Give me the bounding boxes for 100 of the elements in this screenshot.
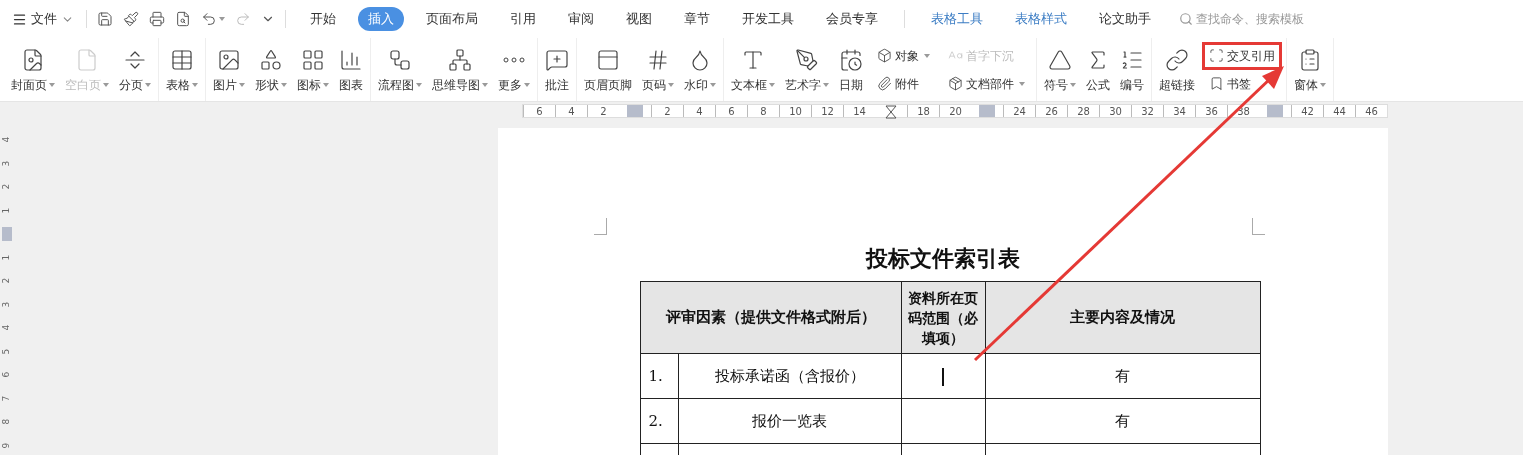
ruler-number: 9 — [0, 442, 13, 449]
ruler-number: 3 — [0, 160, 13, 167]
ruler-number: 12 — [811, 105, 843, 117]
ruler-number: 1 — [0, 207, 13, 214]
ribbon-tab[interactable]: 页面布局 — [416, 7, 488, 31]
undo-icon[interactable] — [201, 11, 225, 27]
caret-icon — [1070, 83, 1076, 87]
ribbon-tab[interactable]: 开始 — [300, 7, 346, 31]
ruler-number: 7 — [0, 395, 13, 402]
ribbon-button[interactable]: 表格 — [162, 45, 202, 94]
ruler-number: 46 — [1355, 105, 1387, 117]
ribbon-tab[interactable]: 视图 — [616, 7, 662, 31]
save-icon[interactable] — [97, 11, 113, 27]
ribbon-tab[interactable]: 审阅 — [558, 7, 604, 31]
ribbon-button[interactable]: 图片 — [209, 45, 249, 94]
ribbon-button[interactable]: 交叉引用 — [1205, 44, 1279, 67]
caret-icon — [668, 83, 674, 87]
ribbon-button[interactable]: 形状 — [251, 45, 291, 94]
ribbon-tab[interactable]: 引用 — [500, 7, 546, 31]
caret-icon — [281, 83, 287, 87]
ribbon-button[interactable]: 公式 — [1082, 45, 1114, 94]
table-cell: 1. — [640, 353, 678, 399]
ruler-number: 6 — [0, 371, 13, 378]
ribbon-button[interactable]: 超链接 — [1155, 45, 1199, 94]
format-painter-icon[interactable] — [123, 11, 139, 27]
shapes-icon — [259, 48, 283, 72]
ruler-number: 3 — [0, 301, 13, 308]
ruler-number: 4 — [555, 105, 587, 117]
ribbon-tab[interactable]: 章节 — [674, 7, 720, 31]
bracket-frame-icon — [1209, 48, 1224, 63]
ribbon-button[interactable]: 对象 — [873, 44, 934, 67]
ribbon-button[interactable]: 更多 — [494, 45, 534, 94]
ribbon-button[interactable]: 水印 — [680, 45, 720, 94]
ruler-number: 44 — [1323, 105, 1355, 117]
numbered-list-icon — [1120, 48, 1144, 72]
ribbon-button[interactable]: 图标 — [293, 45, 333, 94]
ribbon-tab[interactable]: 表格工具 — [921, 7, 993, 31]
ribbon-button[interactable]: 图表 — [335, 45, 367, 94]
link-icon — [1165, 48, 1189, 72]
ruler-number: 4 — [683, 105, 715, 117]
ribbon-button[interactable]: 窗体 — [1290, 45, 1330, 94]
ribbon-button[interactable]: 封面页 — [7, 45, 59, 94]
file-menu[interactable]: 文件 — [12, 9, 82, 29]
ribbon-button[interactable]: 编号 — [1116, 45, 1148, 94]
ribbon-button[interactable]: 批注 — [541, 45, 573, 94]
margin-marker[interactable] — [627, 105, 643, 117]
ribbon-button[interactable]: 书签 — [1205, 72, 1279, 95]
ribbon-button[interactable]: 符号 — [1040, 45, 1080, 94]
ruler-number: 20 — [939, 105, 971, 117]
caret-icon — [192, 83, 198, 87]
calendar-icon — [839, 48, 863, 72]
ruler-number: 2 — [0, 277, 13, 284]
margin-marker[interactable] — [979, 105, 995, 117]
print-icon[interactable] — [149, 11, 165, 27]
table-header-cell: 主要内容及情况 — [985, 281, 1260, 354]
ribbon-button[interactable]: 附件 — [873, 72, 934, 95]
margin-marker[interactable] — [2, 226, 12, 241]
ribbon-button[interactable]: 思维导图 — [428, 45, 492, 94]
ribbon-tab[interactable]: 开发工具 — [732, 7, 804, 31]
ruler-number: 1 — [0, 254, 13, 261]
ribbon-button[interactable]: 流程图 — [374, 45, 426, 94]
ruler-number: 18 — [907, 105, 939, 117]
text-cursor — [942, 367, 944, 386]
table-icon — [170, 48, 194, 72]
ribbon-button[interactable]: 文本框 — [727, 45, 779, 94]
ribbon-tab[interactable]: 会员专享 — [816, 7, 888, 31]
print-preview-icon[interactable] — [175, 11, 191, 27]
search-field[interactable]: 查找命令、搜索模板 — [1179, 10, 1336, 28]
ruler-number: 8 — [0, 418, 13, 425]
ribbon-button[interactable]: 页眉页脚 — [580, 45, 636, 94]
caret-icon — [145, 83, 151, 87]
caret-icon — [323, 83, 329, 87]
table-cell: 有 — [985, 398, 1260, 444]
ribbon-button[interactable]: 艺术字 — [781, 45, 833, 94]
ruler-number: 10 — [779, 105, 811, 117]
caret-icon — [1320, 83, 1326, 87]
mind-map-icon — [448, 48, 472, 72]
ruler-number: 2 — [0, 183, 13, 190]
caret-icon — [482, 83, 488, 87]
ribbon-button[interactable]: 日期 — [835, 45, 867, 94]
ribbon-button[interactable]: 分页 — [115, 45, 155, 94]
ruler-number: 8 — [747, 105, 779, 117]
ribbon-button[interactable]: 页码 — [638, 45, 678, 94]
ribbon-tab[interactable]: 表格样式 — [1005, 7, 1077, 31]
ruler-number: 14 — [843, 105, 875, 117]
margin-marker[interactable] — [1267, 105, 1283, 117]
ruler-number: 2 — [587, 105, 619, 117]
word-art-icon — [795, 48, 819, 72]
document-title: 投标文件索引表 — [866, 244, 1020, 273]
text-box-icon — [741, 48, 765, 72]
image-icon — [217, 48, 241, 72]
indent-marker[interactable] — [885, 105, 897, 119]
ribbon-button[interactable]: 文档部件 — [944, 72, 1029, 95]
icons-grid-icon — [301, 48, 325, 72]
ribbon-tab[interactable]: 论文助手 — [1089, 7, 1161, 31]
table-cell: 投标承诺函（含报价） — [678, 353, 901, 399]
header-footer-icon — [596, 48, 620, 72]
bar-chart-icon — [339, 48, 363, 72]
caret-icon — [924, 53, 930, 58]
paperclip-icon — [877, 76, 892, 91]
